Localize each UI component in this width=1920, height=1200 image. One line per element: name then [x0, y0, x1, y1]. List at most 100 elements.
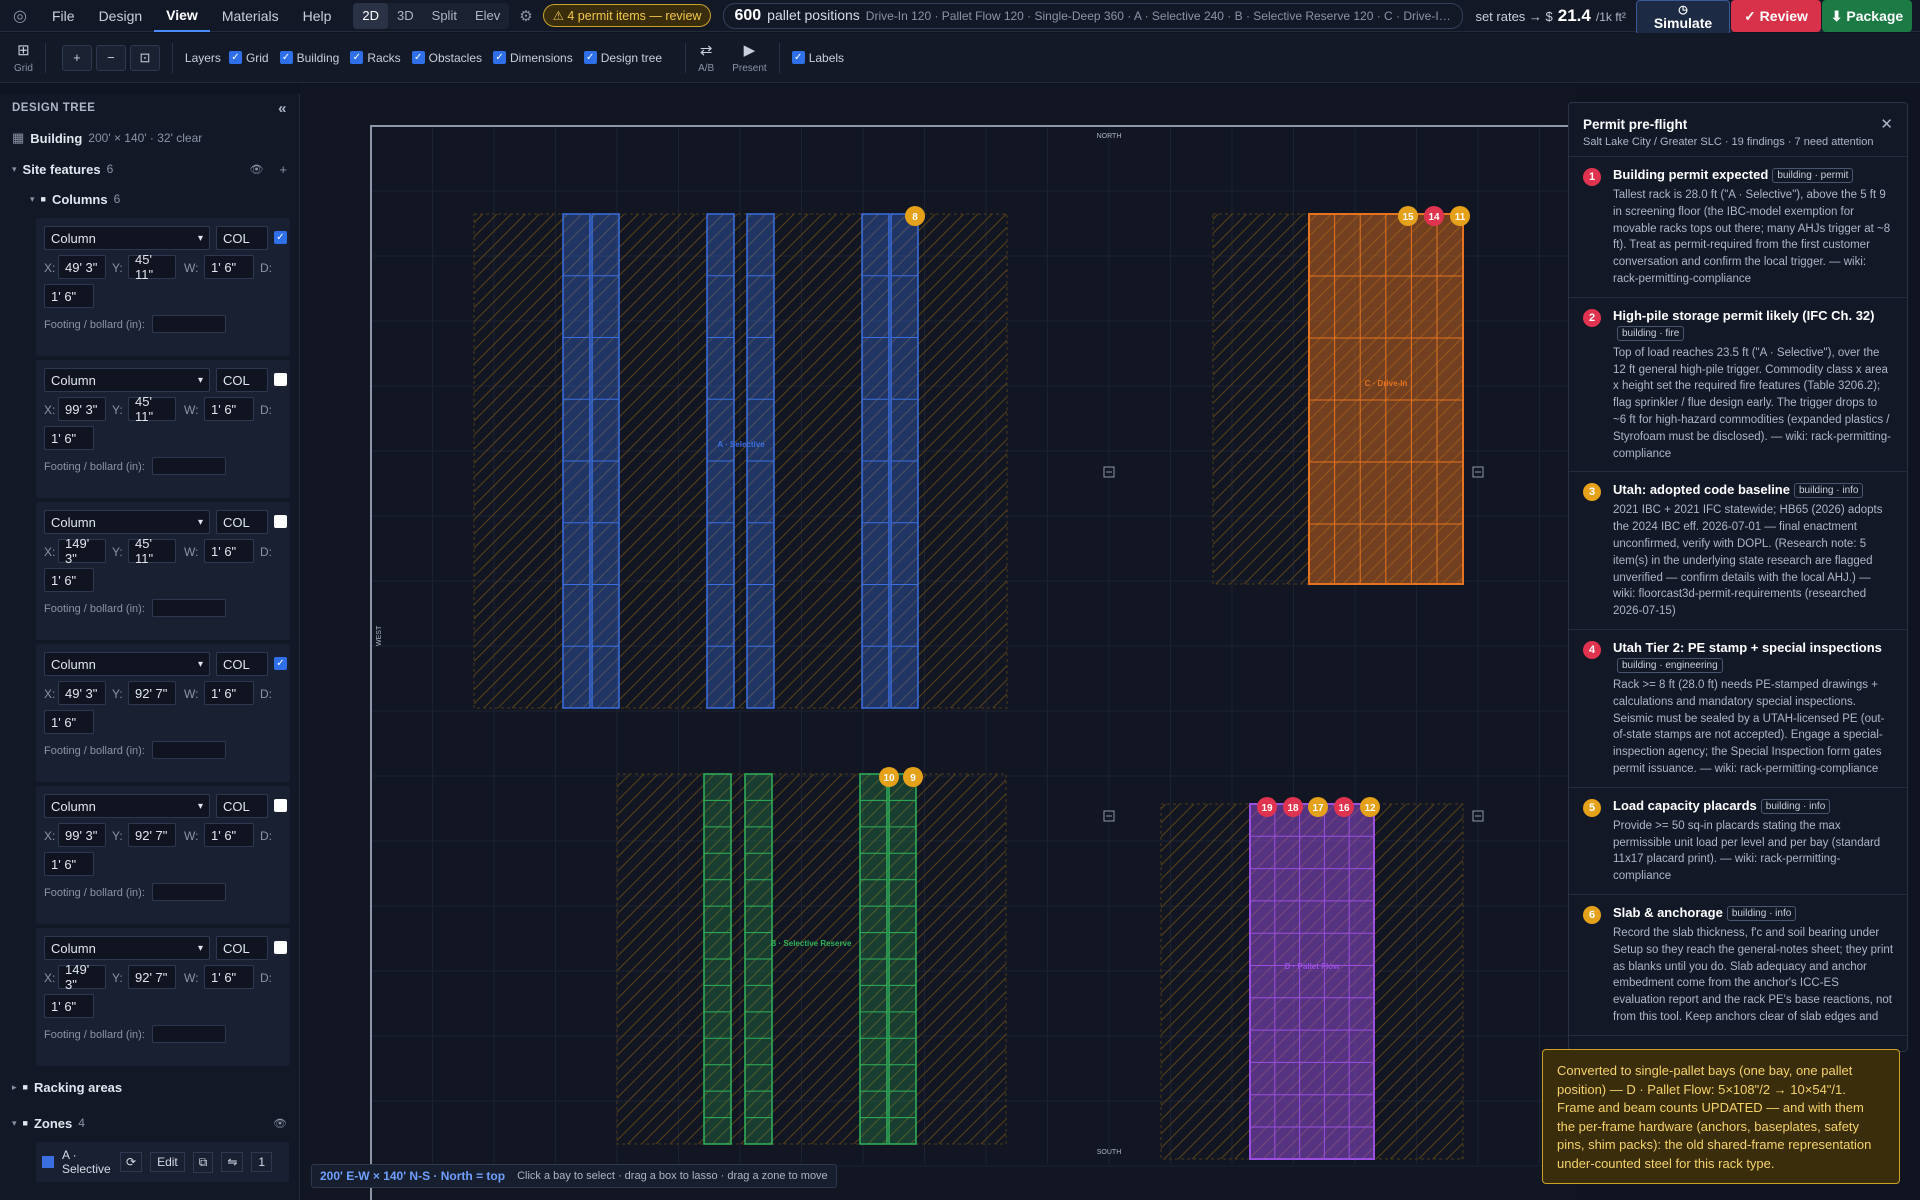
zoom-out-button[interactable]: −: [95, 44, 126, 71]
fit-view-icon[interactable]: ⊡: [129, 44, 160, 71]
permit-finding[interactable]: 6 Slab & anchorage building · info Record t…: [1569, 895, 1907, 1036]
layer-dimensions-toggle[interactable]: ✓ Dimensions: [493, 51, 573, 65]
column-visible-checkbox[interactable]: ✓: [274, 231, 287, 244]
column-d-input[interactable]: 1' 6": [44, 284, 94, 308]
floor-plan-canvas[interactable]: NORTH SOUTH WEST A · Selective B · Selective…: [301, 84, 1576, 1200]
permit-finding[interactable]: 4 Utah Tier 2: PE stamp + special inspect…: [1569, 630, 1907, 788]
column-visible-checkbox[interactable]: [274, 515, 287, 528]
permit-finding[interactable]: 2 High-pile storage permit likely (IFC Ch…: [1569, 298, 1907, 473]
column-d-input[interactable]: 1' 6": [44, 994, 94, 1018]
permit-finding[interactable]: 3 Utah: adopted code baseline building · i…: [1569, 472, 1907, 630]
column-w-input[interactable]: 1' 6": [204, 255, 254, 279]
column-type-select[interactable]: Column ▾: [44, 794, 210, 818]
footing-input[interactable]: [152, 883, 226, 901]
settings-gear-icon[interactable]: ⚙: [519, 7, 532, 25]
footing-input[interactable]: [152, 457, 226, 475]
column-type-select[interactable]: Column ▾: [44, 510, 210, 534]
footing-input[interactable]: [152, 741, 226, 759]
package-button[interactable]: ⬇ Package: [1822, 0, 1912, 32]
layer-building-toggle[interactable]: ✓ Building: [279, 51, 339, 65]
tree-item-racking-areas[interactable]: ▸ ■ Racking areas: [0, 1072, 299, 1102]
menu-materials[interactable]: Materials: [210, 0, 291, 32]
view-mode-split[interactable]: Split: [423, 3, 466, 29]
tree-item-site-features[interactable]: ▾ Site features 6 👁 +: [0, 154, 299, 184]
permit-review-badge[interactable]: ⚠ 4 permit items — review: [542, 4, 712, 27]
duplicate-icon[interactable]: ⧉: [192, 1151, 214, 1173]
column-code-input[interactable]: COL: [216, 368, 268, 392]
permit-finding[interactable]: 5 Load capacity placards building · info Pr…: [1569, 788, 1907, 895]
column-code-input[interactable]: COL: [216, 936, 268, 960]
menu-view[interactable]: View: [154, 0, 210, 32]
column-type-select[interactable]: Column ▾: [44, 936, 210, 960]
grid-tool[interactable]: ⊞ Grid: [14, 41, 33, 74]
tree-item-zones[interactable]: ▾ ■ Zones 4 👁: [0, 1108, 299, 1138]
column-x-input[interactable]: 149' 3": [58, 536, 106, 566]
column-visible-checkbox[interactable]: [274, 941, 287, 954]
footing-input[interactable]: [152, 315, 226, 333]
app-logo-icon[interactable]: ◎: [0, 0, 40, 32]
simulate-button[interactable]: ◷ Simulate: [1636, 0, 1730, 36]
column-x-input[interactable]: 99' 3": [58, 823, 106, 847]
tree-item-columns[interactable]: ▾ ■ Columns 6: [0, 184, 299, 214]
zone-row-a[interactable]: A · Selective ⟳ Edit ⧉ ⇋ 1: [36, 1142, 289, 1182]
ab-compare-tool[interactable]: ⇄ A/B: [698, 41, 714, 74]
column-x-input[interactable]: 49' 3": [58, 255, 106, 279]
column-type-select[interactable]: Column ▾: [44, 652, 210, 676]
column-y-input[interactable]: 45' 11": [128, 252, 176, 282]
present-tool[interactable]: ▶ Present: [732, 41, 766, 74]
column-code-input[interactable]: COL: [216, 794, 268, 818]
footing-input[interactable]: [152, 599, 226, 617]
column-x-input[interactable]: 99' 3": [58, 397, 106, 421]
column-w-input[interactable]: 1' 6": [204, 397, 254, 421]
close-icon[interactable]: ✕: [1880, 115, 1893, 133]
labels-toggle[interactable]: ✓ Labels: [791, 51, 844, 65]
column-y-input[interactable]: 92' 7": [128, 823, 176, 847]
column-code-input[interactable]: COL: [216, 652, 268, 676]
layer-grid-toggle[interactable]: ✓ Grid: [228, 51, 269, 65]
column-y-input[interactable]: 92' 7": [128, 681, 176, 705]
zone-qty[interactable]: 1: [251, 1152, 273, 1172]
add-icon[interactable]: +: [279, 162, 287, 177]
refresh-icon[interactable]: ⟳: [120, 1152, 143, 1172]
eye-icon[interactable]: 👁: [273, 1117, 287, 1130]
rates-readout[interactable]: set rates → $ 21.4 /1k ft²: [1475, 6, 1625, 26]
swap-icon[interactable]: ⇋: [221, 1152, 244, 1172]
column-visible-checkbox[interactable]: [274, 373, 287, 386]
column-w-input[interactable]: 1' 6": [204, 681, 254, 705]
view-mode-3d[interactable]: 3D: [388, 3, 423, 29]
floor-plan-svg[interactable]: NORTH SOUTH WEST A · Selective B · Selective…: [301, 84, 1576, 1200]
column-visible-checkbox[interactable]: ✓: [274, 657, 287, 670]
menu-file[interactable]: File: [40, 0, 87, 32]
view-mode-elev[interactable]: Elev: [466, 3, 509, 29]
column-type-select[interactable]: Column ▾: [44, 226, 210, 250]
layer-racks-toggle[interactable]: ✓ Racks: [350, 51, 401, 65]
footing-input[interactable]: [152, 1025, 226, 1043]
collapse-sidebar-icon[interactable]: «: [278, 100, 287, 117]
column-w-input[interactable]: 1' 6": [204, 965, 254, 989]
column-y-input[interactable]: 45' 11": [128, 394, 176, 424]
column-y-input[interactable]: 92' 7": [128, 965, 176, 989]
view-mode-2d[interactable]: 2D: [353, 2, 389, 29]
column-w-input[interactable]: 1' 6": [204, 539, 254, 563]
layer-obstacles-toggle[interactable]: ✓ Obstacles: [411, 51, 482, 65]
column-code-input[interactable]: COL: [216, 510, 268, 534]
column-y-input[interactable]: 45' 11": [128, 536, 176, 566]
column-x-input[interactable]: 49' 3": [58, 681, 106, 705]
column-code-input[interactable]: COL: [216, 226, 268, 250]
review-button[interactable]: ✓ Review: [1731, 0, 1821, 32]
zoom-in-button[interactable]: +: [61, 44, 92, 71]
column-type-select[interactable]: Column ▾: [44, 368, 210, 392]
menu-design[interactable]: Design: [87, 0, 155, 32]
column-d-input[interactable]: 1' 6": [44, 852, 94, 876]
zone-edit-button[interactable]: Edit: [150, 1152, 185, 1172]
column-visible-checkbox[interactable]: [274, 799, 287, 812]
column-d-input[interactable]: 1' 6": [44, 426, 94, 450]
layer-design-tree-toggle[interactable]: ✓ Design tree: [583, 51, 662, 65]
column-w-input[interactable]: 1' 6": [204, 823, 254, 847]
eye-icon[interactable]: 👁: [249, 163, 263, 176]
menu-help[interactable]: Help: [291, 0, 344, 32]
column-d-input[interactable]: 1' 6": [44, 710, 94, 734]
column-x-input[interactable]: 149' 3": [58, 962, 106, 992]
permit-finding[interactable]: 1 Building permit expected building · perm…: [1569, 157, 1907, 298]
tree-item-building[interactable]: ▦ Building 200' × 140' · 32' clear: [0, 122, 299, 154]
